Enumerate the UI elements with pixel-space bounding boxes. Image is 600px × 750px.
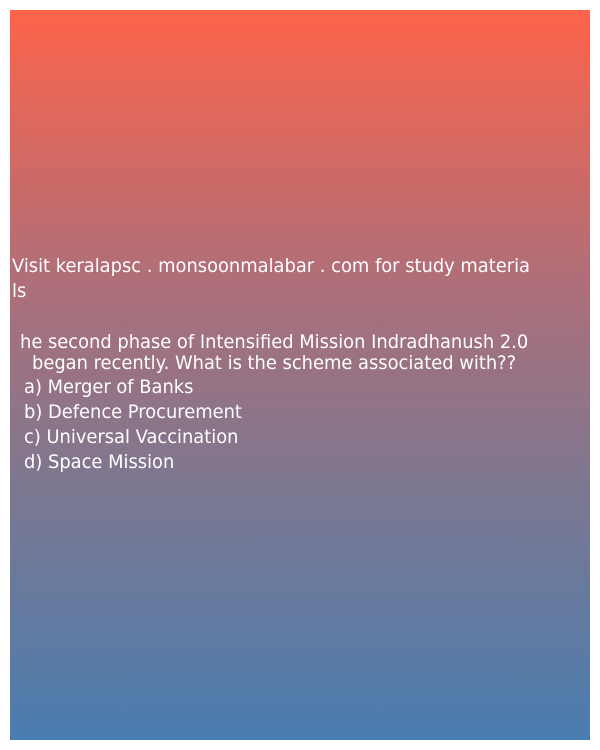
option-a: a) Merger of Banks bbox=[24, 376, 194, 398]
option-b: b) Defence Procurement bbox=[24, 401, 242, 423]
promo-line-2: ls bbox=[12, 280, 27, 302]
promo-text: Visit keralapsc . monsoonmalabar . com f… bbox=[12, 254, 530, 304]
option-c: c) Universal Vaccination bbox=[24, 426, 239, 448]
quiz-card: Visit keralapsc . monsoonmalabar . com f… bbox=[10, 10, 590, 740]
option-d: d) Space Mission bbox=[24, 451, 175, 473]
promo-line-1: Visit keralapsc . monsoonmalabar . com f… bbox=[12, 255, 530, 277]
question-line-2: began recently. What is the scheme assoc… bbox=[32, 352, 517, 374]
